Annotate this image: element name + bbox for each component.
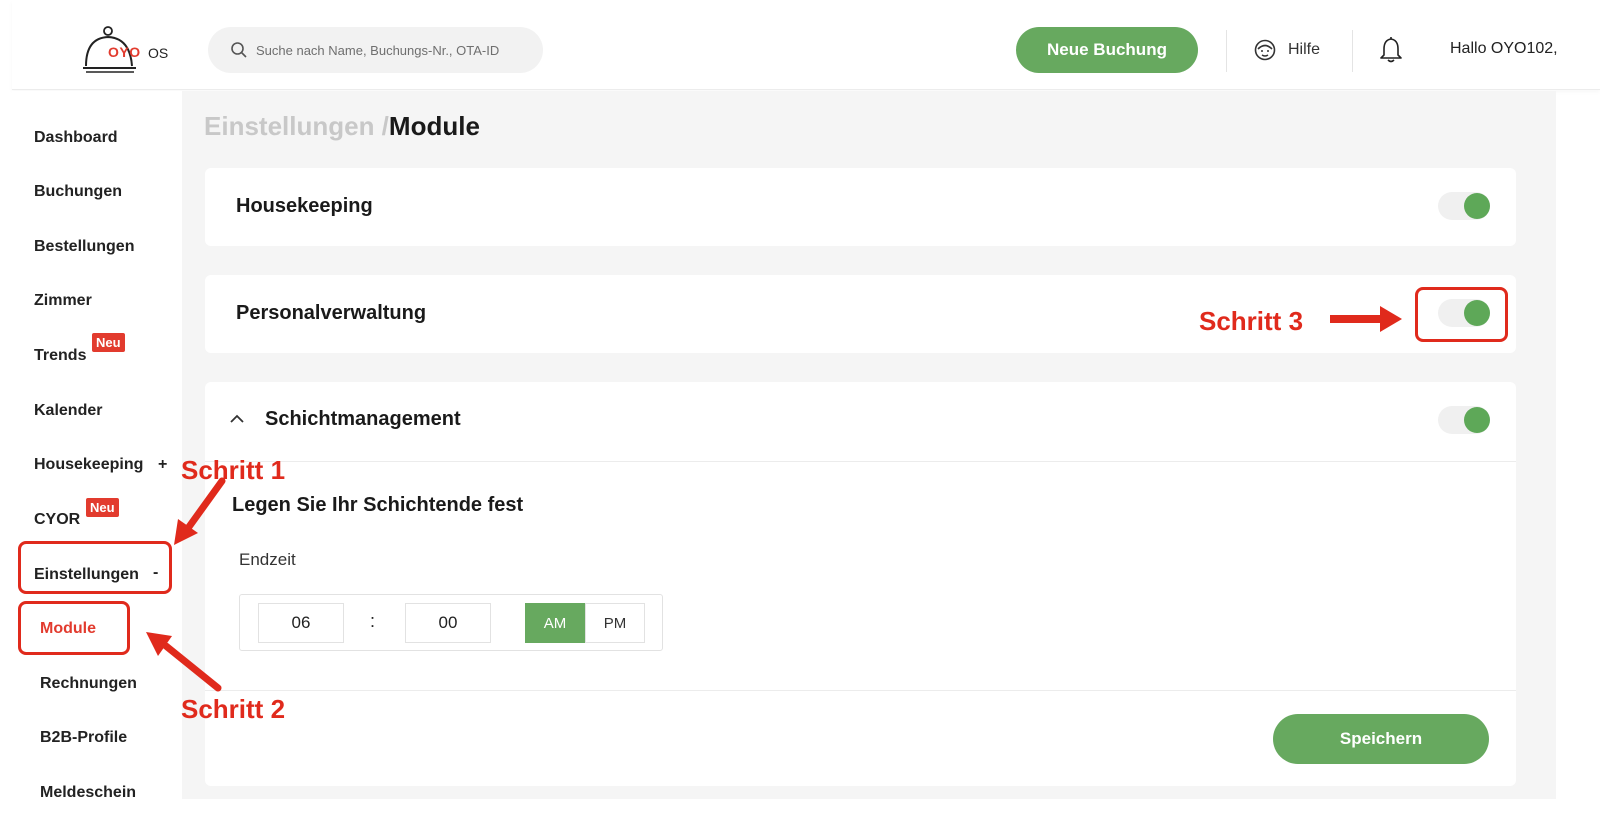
pm-toggle-button[interactable]: PM xyxy=(585,603,645,643)
sidebar-item-registration-form[interactable]: Meldeschein xyxy=(40,784,136,802)
top-header: OYO OS Neue Buchung Hilfe Hallo OYO102, xyxy=(12,0,1600,90)
oyo-os-logo[interactable]: OYO OS xyxy=(82,24,192,76)
new-badge: Neu xyxy=(86,498,119,517)
sidebar-item-bookings[interactable]: Buchungen xyxy=(34,183,122,201)
save-button[interactable]: Speichern xyxy=(1273,714,1489,764)
minute-input[interactable] xyxy=(405,603,491,643)
module-card-staff-management: Personalverwaltung xyxy=(205,275,1516,353)
header-divider xyxy=(1352,30,1353,72)
time-separator: : xyxy=(370,611,376,631)
logo-suffix-text: OS xyxy=(148,45,169,61)
sidebar-item-cyor[interactable]: CYOR xyxy=(34,511,80,529)
help-link[interactable]: Hilfe xyxy=(1252,36,1320,64)
module-title: Housekeeping xyxy=(236,195,373,217)
support-agent-icon xyxy=(1254,39,1276,61)
sidebar-item-invoices[interactable]: Rechnungen xyxy=(40,675,137,693)
end-time-label: Endzeit xyxy=(239,550,296,569)
module-card-housekeeping: Housekeeping xyxy=(205,168,1516,246)
expand-icon[interactable]: + xyxy=(158,456,167,474)
user-greeting[interactable]: Hallo OYO102, xyxy=(1450,40,1558,58)
search-icon xyxy=(231,42,247,58)
annotation-arrow-step-3 xyxy=(1330,306,1402,332)
search-input[interactable] xyxy=(256,27,536,73)
toggle-knob xyxy=(1464,407,1490,433)
chevron-up-icon[interactable] xyxy=(229,412,245,424)
sidebar-item-calendar[interactable]: Kalender xyxy=(34,402,102,420)
header-divider xyxy=(1226,30,1227,72)
annotation-arrow-step-2 xyxy=(146,632,222,692)
annotation-arrow-step-1 xyxy=(174,477,226,545)
hour-input[interactable] xyxy=(258,603,344,643)
search-bar[interactable] xyxy=(208,27,543,73)
annotation-highlight-toggle xyxy=(1415,287,1508,342)
shift-end-heading: Legen Sie Ihr Schichtende fest xyxy=(232,494,524,516)
annotation-highlight-settings xyxy=(18,541,172,594)
end-time-picker: : AM PM xyxy=(239,594,663,651)
module-title: Schichtmanagement xyxy=(265,408,461,430)
toggle-knob xyxy=(1464,193,1490,219)
sidebar-item-dashboard[interactable]: Dashboard xyxy=(34,129,118,147)
module-card-shift-management: Schichtmanagement Legen Sie Ihr Schichte… xyxy=(205,382,1516,786)
shift-management-toggle[interactable] xyxy=(1438,406,1490,434)
help-label: Hilfe xyxy=(1288,41,1321,58)
breadcrumb-parent[interactable]: Einstellungen / xyxy=(204,111,389,141)
section-divider xyxy=(205,461,1516,462)
annotation-step-3: Schritt 3 xyxy=(1199,306,1304,336)
sidebar: Dashboard Buchungen Bestellungen Zimmer … xyxy=(12,91,182,840)
annotation-step-2: Schritt 2 xyxy=(181,694,286,724)
sidebar-item-housekeeping[interactable]: Housekeeping xyxy=(34,456,143,474)
main-content: Einstellungen /Module Housekeeping Perso… xyxy=(182,91,1556,799)
section-divider xyxy=(205,690,1516,691)
sidebar-item-b2b-profiles[interactable]: B2B-Profile xyxy=(40,729,127,747)
am-toggle-button[interactable]: AM xyxy=(525,603,585,643)
module-title: Personalverwaltung xyxy=(236,302,427,324)
new-booking-button[interactable]: Neue Buchung xyxy=(1016,27,1198,73)
sidebar-item-orders[interactable]: Bestellungen xyxy=(34,238,134,256)
breadcrumb: Einstellungen /Module xyxy=(204,111,480,142)
breadcrumb-current: Module xyxy=(388,111,480,141)
housekeeping-toggle[interactable] xyxy=(1438,192,1490,220)
new-badge: Neu xyxy=(92,333,125,352)
logo-brand-text: OYO xyxy=(108,44,141,60)
sidebar-item-rooms[interactable]: Zimmer xyxy=(34,292,92,310)
sidebar-item-trends[interactable]: Trends xyxy=(34,347,86,365)
annotation-highlight-modules xyxy=(18,601,130,655)
notification-bell-icon[interactable] xyxy=(1378,36,1404,64)
